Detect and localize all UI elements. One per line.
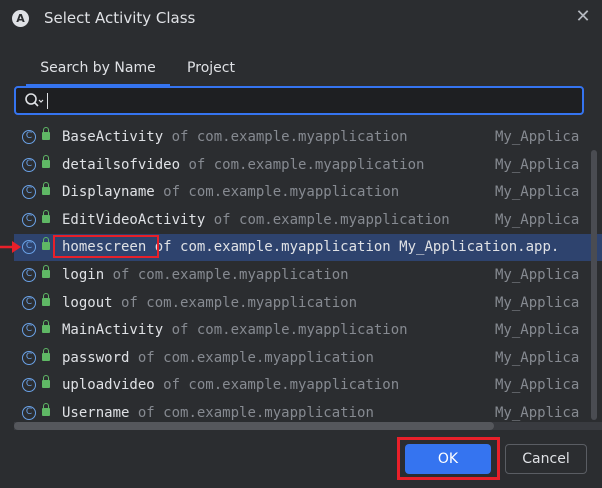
class-name: uploadvideo <box>62 377 155 393</box>
module-name: My_Applica <box>495 129 580 145</box>
lock-icon <box>42 293 50 306</box>
class-name: password <box>62 350 130 366</box>
package-name: of com.example.myapplication <box>129 405 374 421</box>
search-input[interactable] <box>14 86 584 115</box>
lock-icon <box>42 155 50 168</box>
text-caret <box>47 93 48 109</box>
class-name: Username <box>62 405 130 421</box>
class-icon: C <box>22 268 36 282</box>
module-name: My_Applica <box>495 267 580 283</box>
class-icon: C <box>22 323 36 337</box>
class-name: EditVideoActivity <box>62 212 206 228</box>
class-icon: C <box>22 213 36 227</box>
list-item[interactable]: C BaseActivity of com.example.myapplicati… <box>14 124 602 151</box>
list-item[interactable]: C MainActivity of com.example.myapplicati… <box>14 317 602 344</box>
dialog-title: Select Activity Class <box>44 9 196 27</box>
lock-icon <box>42 127 50 140</box>
class-name-line: uploadvideo of com.example.myapplication <box>62 377 399 393</box>
class-name: login <box>62 267 105 283</box>
lock-icon <box>42 375 50 388</box>
class-name-line: detailsofvideo of com.example.myapplicat… <box>62 157 424 173</box>
module-name: My_Applica <box>495 295 580 311</box>
tab-bar: Search by Name Project <box>26 52 576 87</box>
lock-icon <box>42 237 50 250</box>
vertical-scrollbar[interactable] <box>591 150 597 420</box>
package-name: of com.example.myapplication My_Applicat… <box>146 239 560 255</box>
list-item[interactable]: Cdetailsofvideo of com.example.myapplica… <box>14 152 602 179</box>
android-studio-icon: A <box>12 10 29 27</box>
package-name: of com.example.myapplication <box>154 377 400 393</box>
class-name-line: MainActivity of com.example.myapplicatio… <box>62 322 408 338</box>
red-arrow-indicator <box>0 241 21 253</box>
scroll-thumb[interactable] <box>14 422 494 430</box>
list-item[interactable]: Cuploadvideo of com.example.myapplicatio… <box>14 372 602 399</box>
tab-project[interactable]: Project <box>176 52 246 84</box>
close-icon[interactable]: ✕ <box>574 8 592 26</box>
cancel-button[interactable]: Cancel <box>505 444 587 474</box>
class-name: Displayname <box>62 184 155 200</box>
module-name: My_Applica <box>495 350 580 366</box>
class-name: BaseActivity <box>62 129 164 145</box>
class-name: logout <box>62 295 113 311</box>
module-name: My_Applica <box>495 212 580 228</box>
lock-icon <box>42 182 50 195</box>
tab-search-by-name[interactable]: Search by Name <box>26 52 170 87</box>
lock-icon <box>42 210 50 223</box>
class-icon: C <box>22 158 36 172</box>
module-name: My_Applica <box>495 157 580 173</box>
horizontal-scrollbar[interactable] <box>14 422 602 430</box>
package-name: of com.example.myapplication <box>163 322 408 338</box>
module-name: My_Applica <box>495 377 580 393</box>
class-icon: C <box>22 240 36 254</box>
class-name: detailsofvideo <box>62 157 181 173</box>
package-name: of com.example.myapplication <box>180 157 425 173</box>
list-item[interactable]: C EditVideoActivity of com.example.myappl… <box>14 207 602 234</box>
package-name: of com.example.myapplication <box>112 295 358 311</box>
package-name: of com.example.myapplication <box>163 129 408 145</box>
module-name: My_Applica <box>495 405 580 421</box>
list-item[interactable]: C Displayname of com.example.myapplicatio… <box>14 179 602 206</box>
class-name-line: EditVideoActivity of com.example.myappli… <box>62 212 450 228</box>
module-name: My_Applica <box>495 322 580 338</box>
class-icon: C <box>22 378 36 392</box>
class-icon: C <box>22 130 36 144</box>
lock-icon <box>42 403 50 416</box>
class-name-line: login of com.example.myapplication <box>62 267 349 283</box>
title-bar: A Select Activity Class ✕ <box>0 0 602 38</box>
search-icon[interactable] <box>24 92 44 110</box>
class-name: MainActivity <box>62 322 164 338</box>
package-name: of com.example.myapplication <box>129 350 374 366</box>
lock-icon <box>42 348 50 361</box>
list-item[interactable]: Chomescreen of com.example.myapplication… <box>14 234 602 261</box>
class-name-line: logout of com.example.myapplication <box>62 295 357 311</box>
list-item[interactable]: Clogin of com.example.myapplication My_Ap… <box>14 262 602 289</box>
selected-name-highlight-box <box>53 235 159 258</box>
lock-icon <box>42 265 50 278</box>
class-icon: C <box>22 296 36 310</box>
class-icon: C <box>22 406 36 420</box>
class-icon: C <box>22 185 36 199</box>
list-item[interactable]: Clogout of com.example.myapplication My_A… <box>14 290 602 317</box>
class-name-line: Username of com.example.myapplication <box>62 405 374 421</box>
module-name: My_Applica <box>495 184 580 200</box>
class-name-line: Displayname of com.example.myapplication <box>62 184 399 200</box>
lock-icon <box>42 320 50 333</box>
list-item[interactable]: Cpassword of com.example.myapplication My… <box>14 345 602 372</box>
package-name: of com.example.myapplication <box>205 212 450 228</box>
package-name: of com.example.myapplication <box>154 184 400 200</box>
class-icon: C <box>22 351 36 365</box>
class-list: C BaseActivity of com.example.myapplicati… <box>14 124 602 431</box>
class-name-line: password of com.example.myapplication <box>62 350 374 366</box>
ok-button[interactable]: OK <box>405 444 491 474</box>
package-name: of com.example.myapplication <box>104 267 349 283</box>
class-name-line: BaseActivity of com.example.myapplicatio… <box>62 129 408 145</box>
